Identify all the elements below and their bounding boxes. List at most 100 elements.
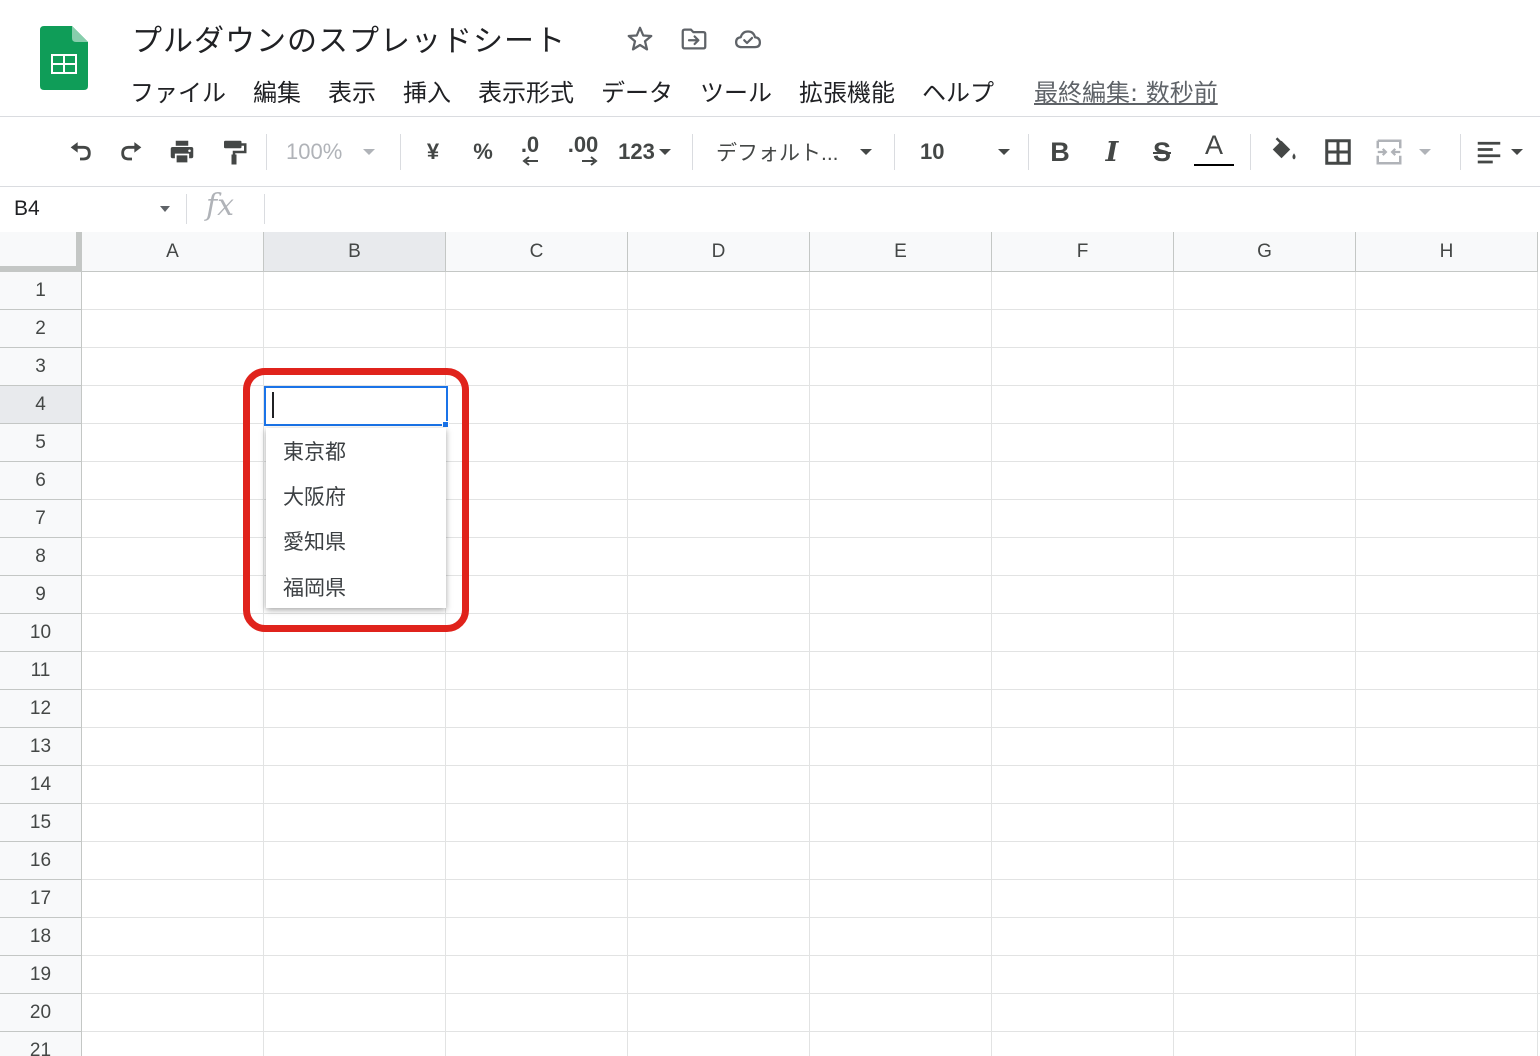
menu-extensions[interactable]: 拡張機能 bbox=[799, 73, 895, 108]
name-box[interactable]: B4 bbox=[14, 194, 184, 224]
percent-format-button[interactable]: % bbox=[466, 134, 500, 170]
currency-format-button[interactable]: ¥ bbox=[416, 134, 450, 170]
arrow-left-icon bbox=[522, 156, 538, 166]
bold-button[interactable]: B bbox=[1042, 134, 1078, 170]
toolbar-divider bbox=[692, 134, 693, 170]
grid-line-vertical bbox=[991, 272, 992, 1056]
toolbar-divider bbox=[400, 134, 401, 170]
grid-line-horizontal bbox=[82, 879, 1540, 880]
undo-button[interactable] bbox=[60, 134, 100, 170]
fx-icon: fx bbox=[206, 188, 235, 223]
menu-tools[interactable]: ツール bbox=[700, 73, 772, 108]
row-header-5[interactable]: 5 bbox=[0, 424, 82, 462]
align-icon bbox=[1477, 141, 1501, 164]
menu-view[interactable]: 表示 bbox=[328, 73, 376, 108]
star-icon[interactable] bbox=[625, 24, 655, 54]
formula-input[interactable] bbox=[276, 194, 1526, 224]
row-header-19[interactable]: 19 bbox=[0, 956, 82, 994]
highlight-annotation-box bbox=[243, 368, 469, 632]
row-header-4[interactable]: 4 bbox=[0, 386, 82, 424]
row-header-20[interactable]: 20 bbox=[0, 994, 82, 1032]
redo-icon bbox=[121, 142, 142, 161]
column-header-b[interactable]: B bbox=[264, 232, 446, 272]
cloud-saved-icon[interactable] bbox=[733, 24, 763, 54]
grid-line-horizontal bbox=[82, 955, 1540, 956]
row-header-6[interactable]: 6 bbox=[0, 462, 82, 500]
row-header-10[interactable]: 10 bbox=[0, 614, 82, 652]
italic-button[interactable]: I bbox=[1094, 134, 1130, 170]
grid-line-horizontal bbox=[82, 993, 1540, 994]
last-edit-link[interactable]: 最終編集: 数秒前 bbox=[1034, 73, 1218, 108]
chevron-down-icon bbox=[1511, 149, 1523, 155]
row-header-12[interactable]: 12 bbox=[0, 690, 82, 728]
redo-button[interactable] bbox=[112, 134, 152, 170]
text-color-swatch bbox=[1194, 164, 1234, 166]
menu-edit[interactable]: 編集 bbox=[253, 73, 301, 108]
column-header-h[interactable]: H bbox=[1356, 232, 1538, 272]
formula-divider bbox=[186, 194, 187, 224]
print-icon bbox=[170, 140, 194, 165]
name-box-chevron-icon[interactable] bbox=[160, 206, 170, 212]
toolbar-divider bbox=[894, 134, 895, 170]
grid-line-horizontal bbox=[82, 689, 1540, 690]
merge-cells-button[interactable] bbox=[1372, 134, 1448, 170]
row-header-8[interactable]: 8 bbox=[0, 538, 82, 576]
paint-format-button[interactable] bbox=[214, 134, 254, 170]
menu-help[interactable]: ヘルプ bbox=[922, 73, 994, 108]
column-header-g[interactable]: G bbox=[1174, 232, 1356, 272]
column-header-a[interactable]: A bbox=[82, 232, 264, 272]
row-header-2[interactable]: 2 bbox=[0, 310, 82, 348]
sheets-logo-icon[interactable] bbox=[40, 26, 88, 90]
row-header-7[interactable]: 7 bbox=[0, 500, 82, 538]
grid-line-vertical bbox=[809, 272, 810, 1056]
menu-format[interactable]: 表示形式 bbox=[478, 73, 574, 108]
font-family-select[interactable]: デフォルト... bbox=[716, 134, 880, 170]
print-button[interactable] bbox=[162, 134, 202, 170]
row-header-15[interactable]: 15 bbox=[0, 804, 82, 842]
row-header-3[interactable]: 3 bbox=[0, 348, 82, 386]
zoom-select[interactable]: 100% bbox=[286, 134, 390, 170]
grid-line-vertical bbox=[1355, 272, 1356, 1056]
toolbar-divider bbox=[1250, 134, 1251, 170]
grid-line-vertical bbox=[1173, 272, 1174, 1056]
row-header-9[interactable]: 9 bbox=[0, 576, 82, 614]
row-header-21[interactable]: 21 bbox=[0, 1032, 82, 1056]
row-header-14[interactable]: 14 bbox=[0, 766, 82, 804]
chevron-down-icon bbox=[1419, 149, 1431, 155]
font-size-select[interactable]: 10 bbox=[920, 134, 1016, 170]
strikethrough-button[interactable]: S bbox=[1144, 134, 1180, 170]
row-header-17[interactable]: 17 bbox=[0, 880, 82, 918]
row-header-18[interactable]: 18 bbox=[0, 918, 82, 956]
row-header-13[interactable]: 13 bbox=[0, 728, 82, 766]
grid-line-horizontal bbox=[82, 803, 1540, 804]
text-color-button[interactable]: A bbox=[1194, 130, 1234, 166]
fill-color-button[interactable] bbox=[1264, 134, 1304, 170]
undo-icon bbox=[70, 142, 91, 161]
column-header-f[interactable]: F bbox=[992, 232, 1174, 272]
borders-button[interactable] bbox=[1318, 134, 1358, 170]
toolbar-divider-line bbox=[0, 186, 1540, 187]
spreadsheet-grid[interactable]: ABCDEFGH 1 2 3 4 5 6 7 8 9 10 11 12 13 14 15 16 17 18 19 20… bbox=[0, 232, 1540, 1056]
menu-insert[interactable]: 挿入 bbox=[403, 73, 451, 108]
menu-bar: ファイル 編集 表示 挿入 表示形式 データ ツール 拡張機能 ヘルプ 最終編集… bbox=[130, 72, 1218, 108]
decrease-decimal-button[interactable]: .0 bbox=[510, 132, 550, 168]
grid-line-horizontal bbox=[82, 1031, 1540, 1032]
number-format-select[interactable]: 123 bbox=[614, 134, 676, 170]
grid-line-horizontal bbox=[82, 309, 1540, 310]
grid-line-horizontal bbox=[82, 917, 1540, 918]
column-header-d[interactable]: D bbox=[628, 232, 810, 272]
zoom-value: 100% bbox=[286, 139, 343, 164]
chevron-down-icon bbox=[998, 149, 1010, 155]
document-title[interactable]: プルダウンのスプレッドシート bbox=[132, 16, 566, 60]
increase-decimal-button[interactable]: .00 bbox=[560, 132, 606, 168]
menu-file[interactable]: ファイル bbox=[130, 73, 226, 108]
move-folder-icon[interactable] bbox=[679, 24, 709, 54]
row-header-11[interactable]: 11 bbox=[0, 652, 82, 690]
horizontal-align-button[interactable] bbox=[1474, 134, 1534, 170]
row-header-16[interactable]: 16 bbox=[0, 842, 82, 880]
row-header-1[interactable]: 1 bbox=[0, 272, 82, 310]
column-header-e[interactable]: E bbox=[810, 232, 992, 272]
column-header-c[interactable]: C bbox=[446, 232, 628, 272]
menu-data[interactable]: データ bbox=[601, 73, 673, 108]
grid-line-vertical bbox=[627, 272, 628, 1056]
